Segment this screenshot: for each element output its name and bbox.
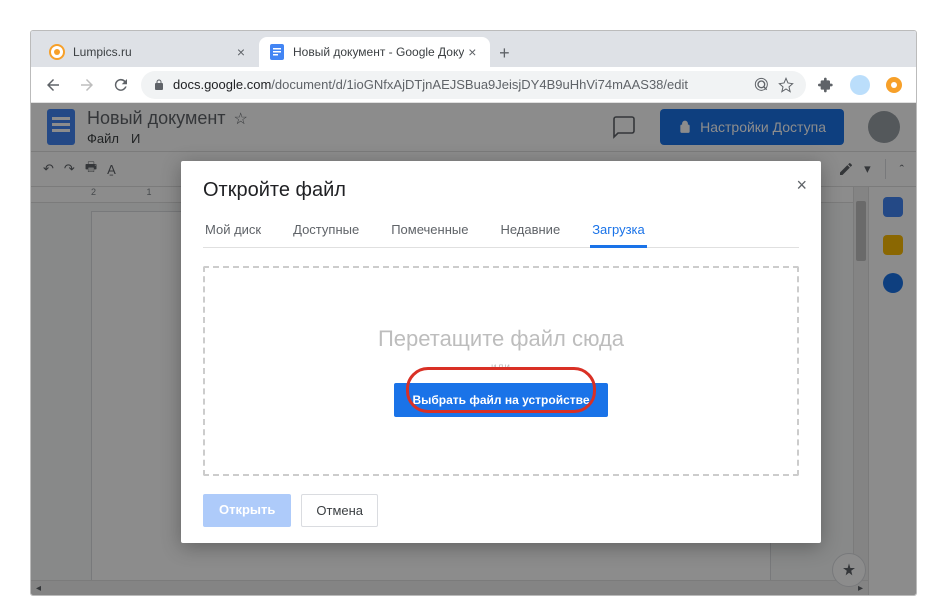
tab-shared[interactable]: Доступные (291, 216, 361, 247)
dialog-title: Откройте файл (203, 179, 799, 202)
tab-my-drive[interactable]: Мой диск (203, 216, 263, 247)
dropzone-label: Перетащите файл сюда (378, 326, 624, 352)
address-bar: docs.google.com/document/d/1ioGNfxAjDTjn… (31, 67, 916, 103)
extension-gear-icon[interactable] (880, 71, 908, 99)
dropzone-or-label: или (491, 362, 511, 373)
tab-close-icon[interactable]: × (464, 44, 480, 60)
favicon-lumpics-icon (49, 44, 65, 60)
tab-strip: Lumpics.ru × Новый документ - Google Док… (31, 31, 916, 67)
tab-close-icon[interactable]: × (233, 44, 249, 60)
tab-recent[interactable]: Недавние (498, 216, 562, 247)
bookmark-star-icon[interactable] (778, 77, 794, 93)
profile-avatar-icon[interactable] (846, 71, 874, 99)
cancel-button[interactable]: Отмена (301, 494, 378, 527)
tab-upload[interactable]: Загрузка (590, 216, 647, 247)
browser-window: — ☐ ✕ Lumpics.ru × Новый документ - Goog… (30, 30, 917, 596)
dialog-footer: Открыть Отмена (203, 494, 799, 527)
select-file-button[interactable]: Выбрать файл на устройстве (394, 383, 607, 417)
tab-title: Lumpics.ru (73, 45, 233, 59)
close-dialog-button[interactable]: × (796, 175, 807, 196)
tab-starred[interactable]: Помеченные (389, 216, 470, 247)
open-button[interactable]: Открыть (203, 494, 291, 527)
lock-icon (153, 78, 165, 92)
upload-dropzone[interactable]: Перетащите файл сюда или Выбрать файл на… (203, 266, 799, 476)
forward-button[interactable] (73, 71, 101, 99)
browser-tab-lumpics[interactable]: Lumpics.ru × (39, 37, 259, 67)
tab-title: Новый документ - Google Доку (293, 45, 464, 59)
omnibox[interactable]: docs.google.com/document/d/1ioGNfxAjDTjn… (141, 71, 806, 99)
extensions-icon[interactable] (812, 71, 840, 99)
dialog-tabs: Мой диск Доступные Помеченные Недавние З… (203, 216, 799, 248)
open-file-dialog: Откройте файл × Мой диск Доступные Помеч… (181, 161, 821, 543)
browser-tab-docs[interactable]: Новый документ - Google Доку × (259, 37, 490, 67)
url-text: docs.google.com/document/d/1ioGNfxAjDTjn… (173, 77, 746, 92)
favicon-docs-icon (269, 44, 285, 60)
back-button[interactable] (39, 71, 67, 99)
reload-button[interactable] (107, 71, 135, 99)
search-in-page-icon[interactable] (754, 77, 770, 93)
new-tab-button[interactable]: + (490, 39, 518, 67)
